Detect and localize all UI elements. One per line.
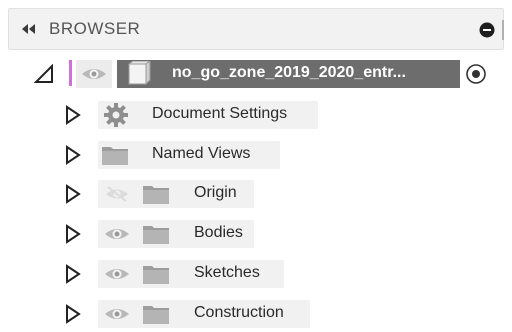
component-color-bar bbox=[69, 60, 72, 86]
root-visibility-toggle[interactable] bbox=[76, 60, 112, 88]
folder-icon bbox=[143, 266, 169, 284]
tree-item-label: Document Settings bbox=[152, 105, 288, 122]
root-component-label: no_go_zone_2019_2020_entr... bbox=[172, 64, 406, 81]
tree-item-named-views[interactable]: Named Views bbox=[0, 140, 512, 170]
activate-radio-icon[interactable] bbox=[465, 63, 487, 85]
tree-item-bodies[interactable]: Bodies bbox=[0, 219, 512, 249]
collapsed-triangle-icon[interactable] bbox=[64, 264, 82, 284]
component-icon bbox=[127, 61, 151, 86]
tree-item-label: Construction bbox=[194, 304, 284, 321]
eye-icon[interactable] bbox=[104, 224, 130, 244]
tree-item-origin[interactable]: Origin bbox=[0, 179, 512, 209]
tree-item-label: Origin bbox=[194, 184, 237, 201]
tree-item-sketches[interactable]: Sketches bbox=[0, 259, 512, 289]
collapsed-triangle-icon[interactable] bbox=[64, 105, 82, 125]
folder-icon bbox=[143, 226, 169, 244]
eye-icon[interactable] bbox=[104, 264, 130, 284]
collapsed-triangle-icon[interactable] bbox=[64, 224, 82, 244]
gear-icon bbox=[104, 103, 128, 127]
tree-item-label: Named Views bbox=[152, 145, 251, 162]
tree-item-label: Bodies bbox=[194, 224, 243, 241]
folder-icon bbox=[143, 306, 169, 324]
collapse-panel-icon[interactable] bbox=[19, 21, 39, 37]
tree-item-construction[interactable]: Construction bbox=[0, 299, 512, 329]
eye-icon bbox=[82, 69, 106, 79]
eye-icon[interactable] bbox=[104, 304, 130, 324]
eye-hidden-icon[interactable] bbox=[104, 184, 130, 204]
collapsed-triangle-icon[interactable] bbox=[64, 145, 82, 165]
collapsed-triangle-icon[interactable] bbox=[64, 304, 82, 324]
expanded-triangle-icon[interactable] bbox=[34, 64, 54, 84]
folder-icon bbox=[102, 147, 128, 165]
tree-item-label: Sketches bbox=[194, 264, 260, 281]
browser-panel-header: BROWSER bbox=[8, 8, 504, 50]
minimize-icon[interactable] bbox=[479, 22, 495, 38]
panel-resize-handle[interactable] bbox=[502, 20, 504, 40]
collapsed-triangle-icon[interactable] bbox=[64, 184, 82, 204]
panel-title: BROWSER bbox=[49, 19, 141, 38]
folder-icon bbox=[143, 186, 169, 204]
tree-item-document-settings[interactable]: Document Settings bbox=[0, 100, 512, 130]
